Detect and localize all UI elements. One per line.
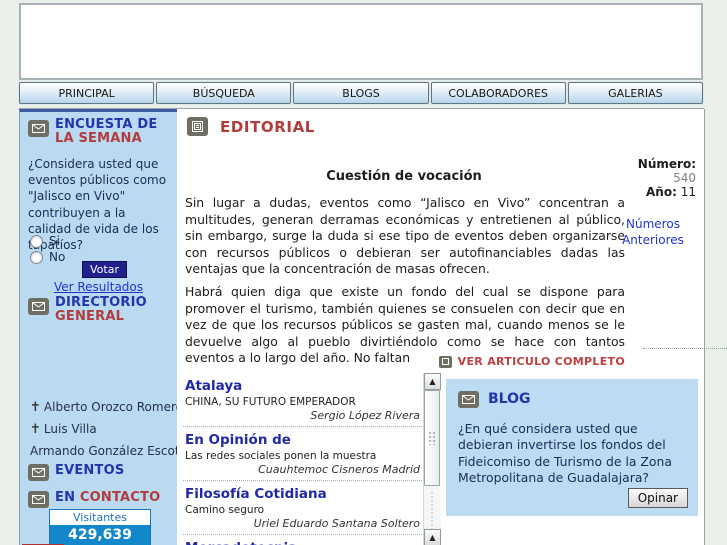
envelope-icon	[28, 491, 49, 508]
article-title: Cuestión de vocación	[326, 169, 482, 184]
content-frame: ENCUESTA DE LA SEMANA ¿Considera usted q…	[19, 108, 705, 545]
blog-question: ¿En qué considera usted que debieran inv…	[458, 421, 672, 486]
cross-icon: ✝	[30, 422, 41, 437]
article-author: Uriel Eduardo Santana Soltero	[253, 517, 420, 530]
poll-option-label: No	[49, 250, 66, 264]
main-nav: PRINCIPAL BÚSQUEDA BLOGS COLABORADORES G…	[19, 82, 704, 104]
blog-header: BLOG	[458, 389, 531, 408]
document-icon	[187, 117, 208, 136]
document-icon	[438, 355, 452, 368]
contacto-header[interactable]: EN CONTACTO	[28, 489, 160, 508]
article-headline[interactable]: Las redes sociales ponen la muestra	[185, 450, 420, 462]
visitors-label: Visitantes	[73, 511, 127, 524]
section-title: EDITORIAL	[220, 117, 315, 136]
poll-header: ENCUESTA DE LA SEMANA	[28, 117, 158, 147]
article-author: Cuauhtemoc Cisneros Madrid	[258, 463, 420, 476]
scrollbar-grip	[428, 431, 437, 445]
blog-box: BLOG ¿En qué considera usted que debiera…	[446, 379, 698, 516]
vote-button[interactable]: Votar	[82, 261, 127, 278]
directory-title: DIRECTORIO GENERAL	[55, 295, 147, 325]
article-headline[interactable]: Camino seguro	[185, 504, 420, 516]
visitors-count: 429,639	[50, 525, 150, 545]
article-list-items: Atalaya CHINA, SU FUTURO EMPERADOR Sergi…	[183, 373, 422, 545]
blog-title: BLOG	[488, 390, 531, 407]
envelope-icon	[458, 391, 479, 408]
list-item[interactable]: Mercadotecnia POTENCIAL AFECTACIÓN	[183, 535, 422, 545]
ano-label: Año:	[646, 185, 677, 199]
envelope-icon	[28, 464, 49, 481]
eventos-header[interactable]: EVENTOS	[28, 462, 124, 481]
poll-option-label: Si	[49, 234, 60, 248]
directory-title-line2: GENERAL	[55, 309, 125, 325]
main-column: EDITORIAL Número: 540 Año: 11 Números An…	[177, 109, 705, 545]
page: PRINCIPAL BÚSQUEDA BLOGS COLABORADORES G…	[0, 0, 727, 545]
ano-value: 11	[680, 185, 696, 199]
dotted-leader	[643, 348, 727, 349]
member-name: Alberto Orozco Romero	[43, 400, 183, 414]
sidebar: ENCUESTA DE LA SEMANA ¿Considera usted q…	[19, 109, 187, 545]
directory-member[interactable]: ✝ Luis Villa	[30, 422, 187, 437]
editorial-header: EDITORIAL	[187, 117, 315, 136]
list-item[interactable]: Atalaya CHINA, SU FUTURO EMPERADOR Sergi…	[183, 373, 422, 427]
header-banner	[19, 3, 703, 80]
poll-title-line1: ENCUESTA DE	[55, 117, 158, 132]
numero-value: 540	[673, 171, 696, 185]
poll-option[interactable]: Si	[30, 234, 60, 248]
member-name: Armando González Escoto	[30, 444, 187, 458]
scrollbar[interactable]: ▲ ▲	[423, 373, 441, 545]
column-name[interactable]: Atalaya	[185, 378, 420, 394]
directory-title-line1: DIRECTORIO	[55, 295, 147, 310]
member-name: Luis Villa	[43, 422, 97, 436]
nav-button[interactable]: GALERIAS	[567, 82, 704, 104]
article-author: Sergio López Rivera	[310, 409, 420, 422]
column-name[interactable]: Filosofía Cotidiana	[185, 486, 420, 502]
nav-button[interactable]: BÚSQUEDA	[156, 82, 292, 104]
contacto-label: EN CONTACTO	[55, 490, 161, 505]
nav-button[interactable]: PRINCIPAL	[19, 82, 155, 104]
column-name[interactable]: En Opinión de	[185, 432, 420, 448]
nav-button[interactable]: COLABORADORES	[430, 82, 566, 104]
eventos-label: EVENTOS	[55, 463, 125, 478]
article-paragraph-1: Sin lugar a dudas, eventos como “Jalisco…	[185, 195, 625, 276]
contacto-word2: CONTACTO	[79, 490, 161, 505]
visitors-counter: Visitantes 429,639	[49, 509, 151, 545]
read-full-article-link[interactable]: VER ARTICULO COMPLETO	[185, 355, 625, 368]
list-item[interactable]: Filosofía Cotidiana Camino seguro Uriel …	[183, 481, 422, 535]
poll-title: ENCUESTA DE LA SEMANA	[55, 117, 158, 147]
radio-button[interactable]	[30, 234, 43, 248]
directory-members: ✝ Alberto Orozco Romero ✝ Luis Villa Arman…	[30, 400, 187, 465]
read-more-label: VER ARTICULO COMPLETO	[457, 355, 625, 368]
poll-option[interactable]: No	[30, 250, 65, 264]
radio-button[interactable]	[30, 250, 43, 264]
directory-header: DIRECTORIO GENERAL	[28, 295, 147, 325]
list-item[interactable]: En Opinión de Las redes sociales ponen l…	[183, 427, 422, 481]
scrollbar-thumb[interactable]	[424, 390, 440, 486]
contacto-word1: EN	[55, 490, 76, 505]
poll-title-line2: LA SEMANA	[55, 131, 142, 147]
article-list: Atalaya CHINA, SU FUTURO EMPERADOR Sergi…	[183, 373, 441, 545]
directory-member[interactable]: ✝ Alberto Orozco Romero	[30, 400, 187, 415]
article-headline[interactable]: CHINA, SU FUTURO EMPERADOR	[185, 396, 420, 408]
view-results-link[interactable]: Ver Resultados	[20, 280, 177, 294]
envelope-icon	[28, 120, 49, 137]
envelope-icon	[28, 298, 49, 315]
scroll-up-button[interactable]: ▲	[424, 373, 441, 390]
scroll-down-button[interactable]: ▲	[424, 529, 441, 545]
directory-member[interactable]: Armando González Escoto	[30, 444, 187, 458]
opinar-button[interactable]: Opinar	[627, 488, 688, 508]
column-name[interactable]: Mercadotecnia	[185, 540, 420, 545]
numero-label: Número:	[637, 157, 696, 171]
nav-button[interactable]: BLOGS	[293, 82, 429, 104]
cross-icon: ✝	[30, 400, 41, 415]
